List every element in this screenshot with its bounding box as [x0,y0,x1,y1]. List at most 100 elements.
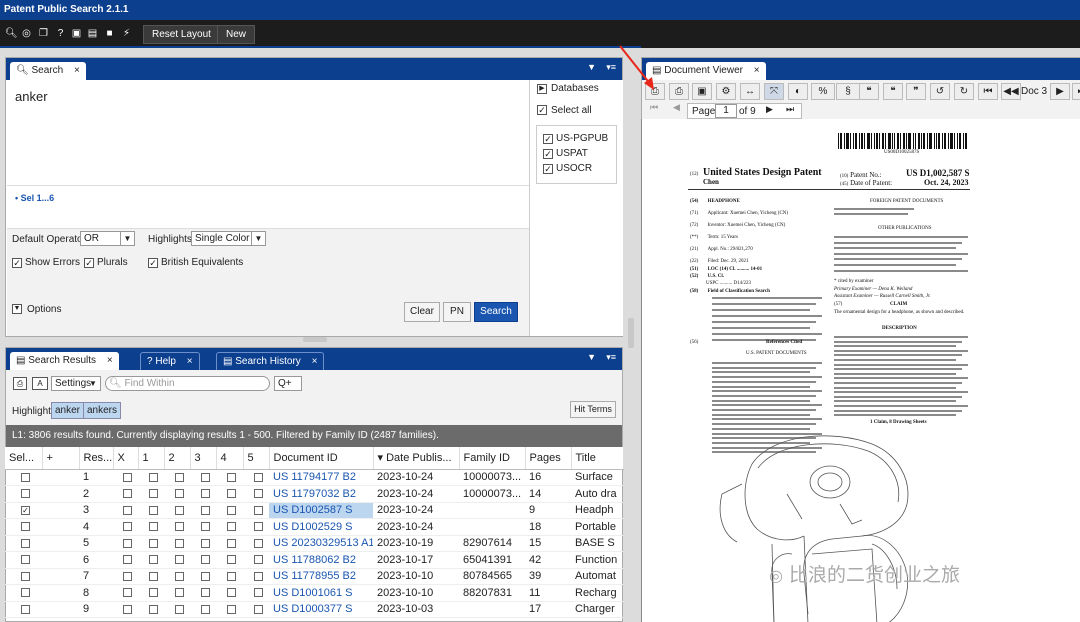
row-checkbox[interactable] [123,588,132,598]
first-doc-icon[interactable]: ⏮ [978,83,998,100]
plurals-checkbox[interactable]: ✓ [84,258,94,268]
default-operator-select[interactable]: OR ▼ [80,231,135,246]
tab-search[interactable]: 🔍︎ Search × [10,62,86,80]
contrast-icon[interactable]: ◐ [788,83,808,100]
layout-icon[interactable]: ■ [104,28,115,40]
quote-search-icon[interactable]: ❝ [883,83,903,100]
table-row[interactable]: 1 US 11794177 B2 2023-10-24 10000073... 16 Su… [5,469,623,486]
row-select-checkbox[interactable] [21,538,30,548]
row-checkbox[interactable] [200,604,210,614]
save-icon[interactable]: ▣ [692,83,712,100]
row-checkbox[interactable] [174,505,184,515]
row-checkbox[interactable] [200,505,210,515]
row-checkbox[interactable] [123,538,132,548]
row-select-checkbox[interactable] [21,571,30,581]
highlight-term[interactable]: anker [51,402,85,419]
show-errors-checkbox[interactable]: ✓ [12,258,22,268]
column-header[interactable]: Res... [79,447,114,470]
table-row[interactable]: 8 US D1001061 S 2023-10-10 88207831 11 Rechar… [5,584,623,602]
options-toggle[interactable]: ▼ [12,304,22,314]
row-checkbox[interactable] [148,555,158,565]
row-select-checkbox[interactable] [21,522,30,532]
highlight-term[interactable]: ankers [83,402,122,419]
prev-page-icon[interactable]: ◀ [673,102,680,113]
row-checkbox[interactable] [227,472,236,482]
row-checkbox[interactable] [253,588,263,598]
copy-icon[interactable]: ❐ [38,28,49,40]
fit-width-icon[interactable]: ↔ [740,83,760,100]
row-checkbox[interactable] [200,555,210,565]
databases-toggle[interactable]: ▶ [537,84,547,94]
search-button[interactable]: Search [474,302,518,322]
row-checkbox[interactable] [227,555,236,565]
column-header[interactable]: Sel... [5,447,43,470]
row-checkbox[interactable] [200,538,210,548]
next-doc-icon[interactable]: ▶ [1050,83,1070,100]
row-checkbox[interactable] [227,588,236,598]
row-checkbox[interactable] [253,489,263,499]
document-id-link[interactable]: US 11794177 B2 [269,469,373,486]
row-checkbox[interactable] [123,555,132,565]
row-select-checkbox[interactable] [21,555,30,565]
chevron-down-icon[interactable]: ▼ [587,62,596,72]
row-checkbox[interactable] [253,555,263,565]
row-checkbox[interactable] [148,538,158,548]
row-select-checkbox[interactable] [21,604,30,614]
print-icon[interactable]: ⎙ [669,83,689,100]
zoom-icon[interactable]: ◎ [21,28,32,40]
column-header[interactable]: 5 [243,447,270,470]
row-checkbox[interactable] [253,571,263,581]
column-header[interactable]: 3 [190,447,217,470]
row-select-checkbox[interactable] [21,588,30,598]
column-header[interactable]: Document ID [269,447,374,470]
row-checkbox[interactable] [253,505,263,515]
close-icon[interactable]: × [107,355,113,366]
row-checkbox[interactable] [174,472,184,482]
column-header[interactable]: Family ID [459,447,526,470]
quote-close-icon[interactable]: ❞ [906,83,926,100]
document-id-link[interactable]: US 11788062 B2 [269,551,373,569]
row-checkbox[interactable] [123,489,132,499]
select-all-checkbox[interactable]: ✓ [537,105,547,115]
db-checkbox-uspat[interactable]: ✓ [543,149,553,159]
row-checkbox[interactable] [123,505,132,515]
pn-button[interactable]: PN [443,302,471,322]
row-checkbox[interactable] [148,505,158,515]
next-page-icon[interactable]: ▶ [766,104,773,115]
table-row[interactable]: 7 US 11778955 B2 2023-10-10 80784565 39 Autom… [5,568,623,585]
help-icon[interactable]: ? [55,28,66,40]
row-checkbox[interactable] [148,489,158,499]
column-header[interactable]: Pages [525,447,572,470]
highlights-select[interactable]: Single Color ▼ [191,231,266,246]
row-checkbox[interactable] [253,604,263,614]
row-checkbox[interactable] [253,522,263,532]
sel-range-label[interactable]: • Sel 1...6 [15,193,54,203]
row-checkbox[interactable] [148,571,158,581]
first-page-icon[interactable]: ⏮ [650,102,658,113]
table-row[interactable]: 5 US 20230329513 A1 2023-10-19 82907614 15 BA… [5,535,623,552]
row-checkbox[interactable] [123,571,132,581]
tab-help[interactable]: ? Help × [140,352,200,370]
lightning-icon[interactable]: ⚡︎ [121,28,132,40]
row-checkbox[interactable] [227,505,236,515]
row-checkbox[interactable] [174,538,184,548]
chevron-down-icon[interactable]: ▼ [587,352,596,362]
section-icon[interactable]: § [836,83,860,100]
table-row[interactable]: 6 US 11788062 B2 2023-10-17 65041391 42 Funct… [5,551,623,569]
row-checkbox[interactable] [148,522,158,532]
settings-select[interactable]: Settings ▼ [51,376,101,391]
prev-doc-icon[interactable]: ◀◀ [1001,83,1021,100]
row-checkbox[interactable] [227,571,236,581]
row-select-checkbox[interactable] [21,489,30,499]
fit-page-icon[interactable]: ⤧ [764,83,784,100]
row-checkbox[interactable] [253,472,263,482]
font-size-icon[interactable]: A [32,377,48,390]
row-select-checkbox[interactable]: ✓ [21,505,30,515]
save-icon[interactable]: ▣ [71,28,82,40]
table-row[interactable]: 2 US 11797032 B2 2023-10-24 10000073... 14 Au… [5,485,623,503]
row-checkbox[interactable] [148,472,158,482]
search-query-input[interactable]: anker [15,89,48,104]
document-id-link[interactable]: US D1002587 S [269,502,373,519]
row-checkbox[interactable] [123,522,132,532]
column-header[interactable]: ▾ Date Publis... [373,447,460,470]
